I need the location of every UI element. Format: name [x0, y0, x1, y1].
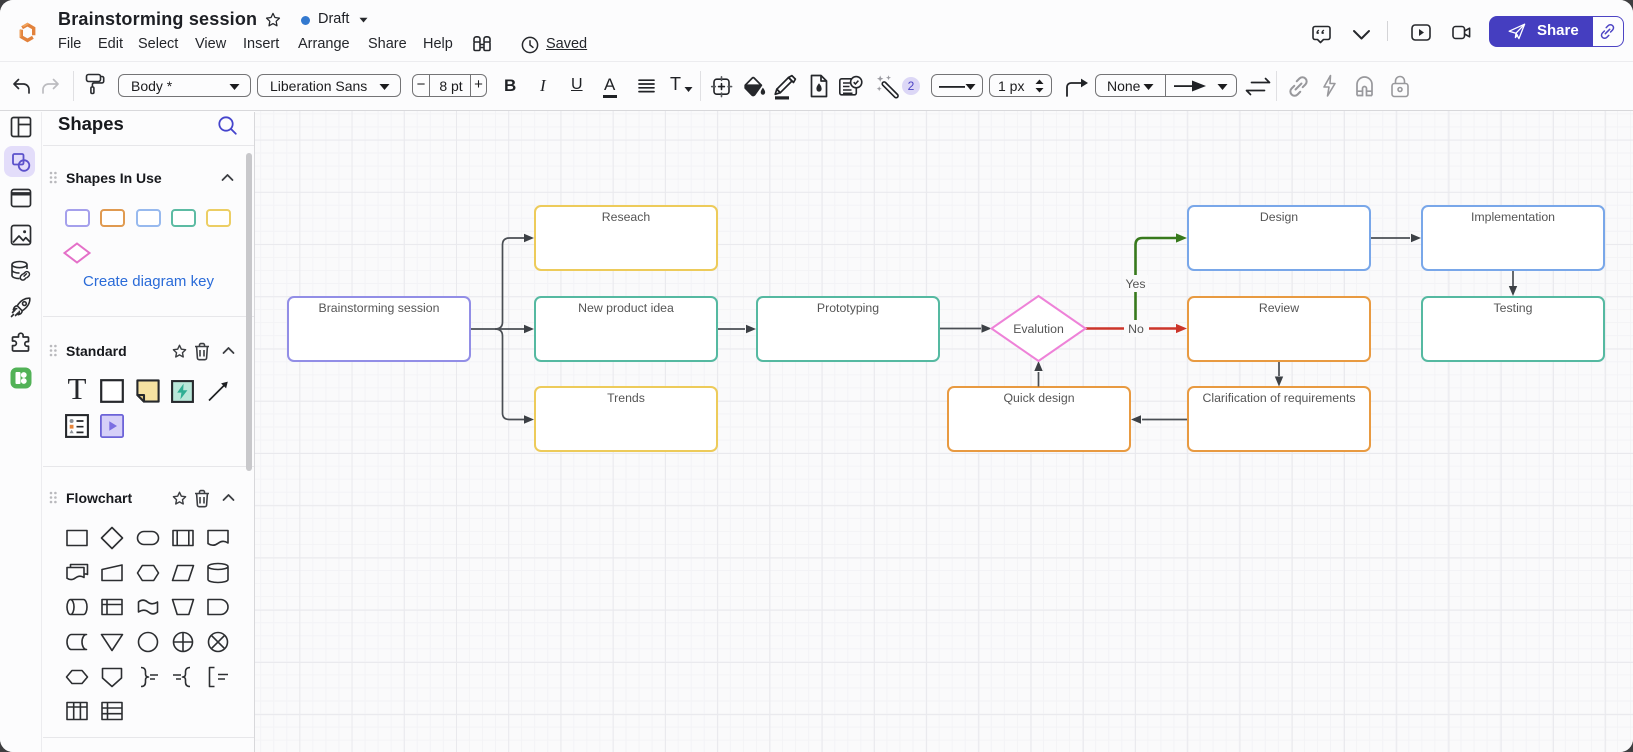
svg-text:Yes: Yes: [1125, 277, 1145, 291]
svg-text:Evalution: Evalution: [1013, 322, 1064, 336]
svg-text:No: No: [1128, 322, 1144, 336]
